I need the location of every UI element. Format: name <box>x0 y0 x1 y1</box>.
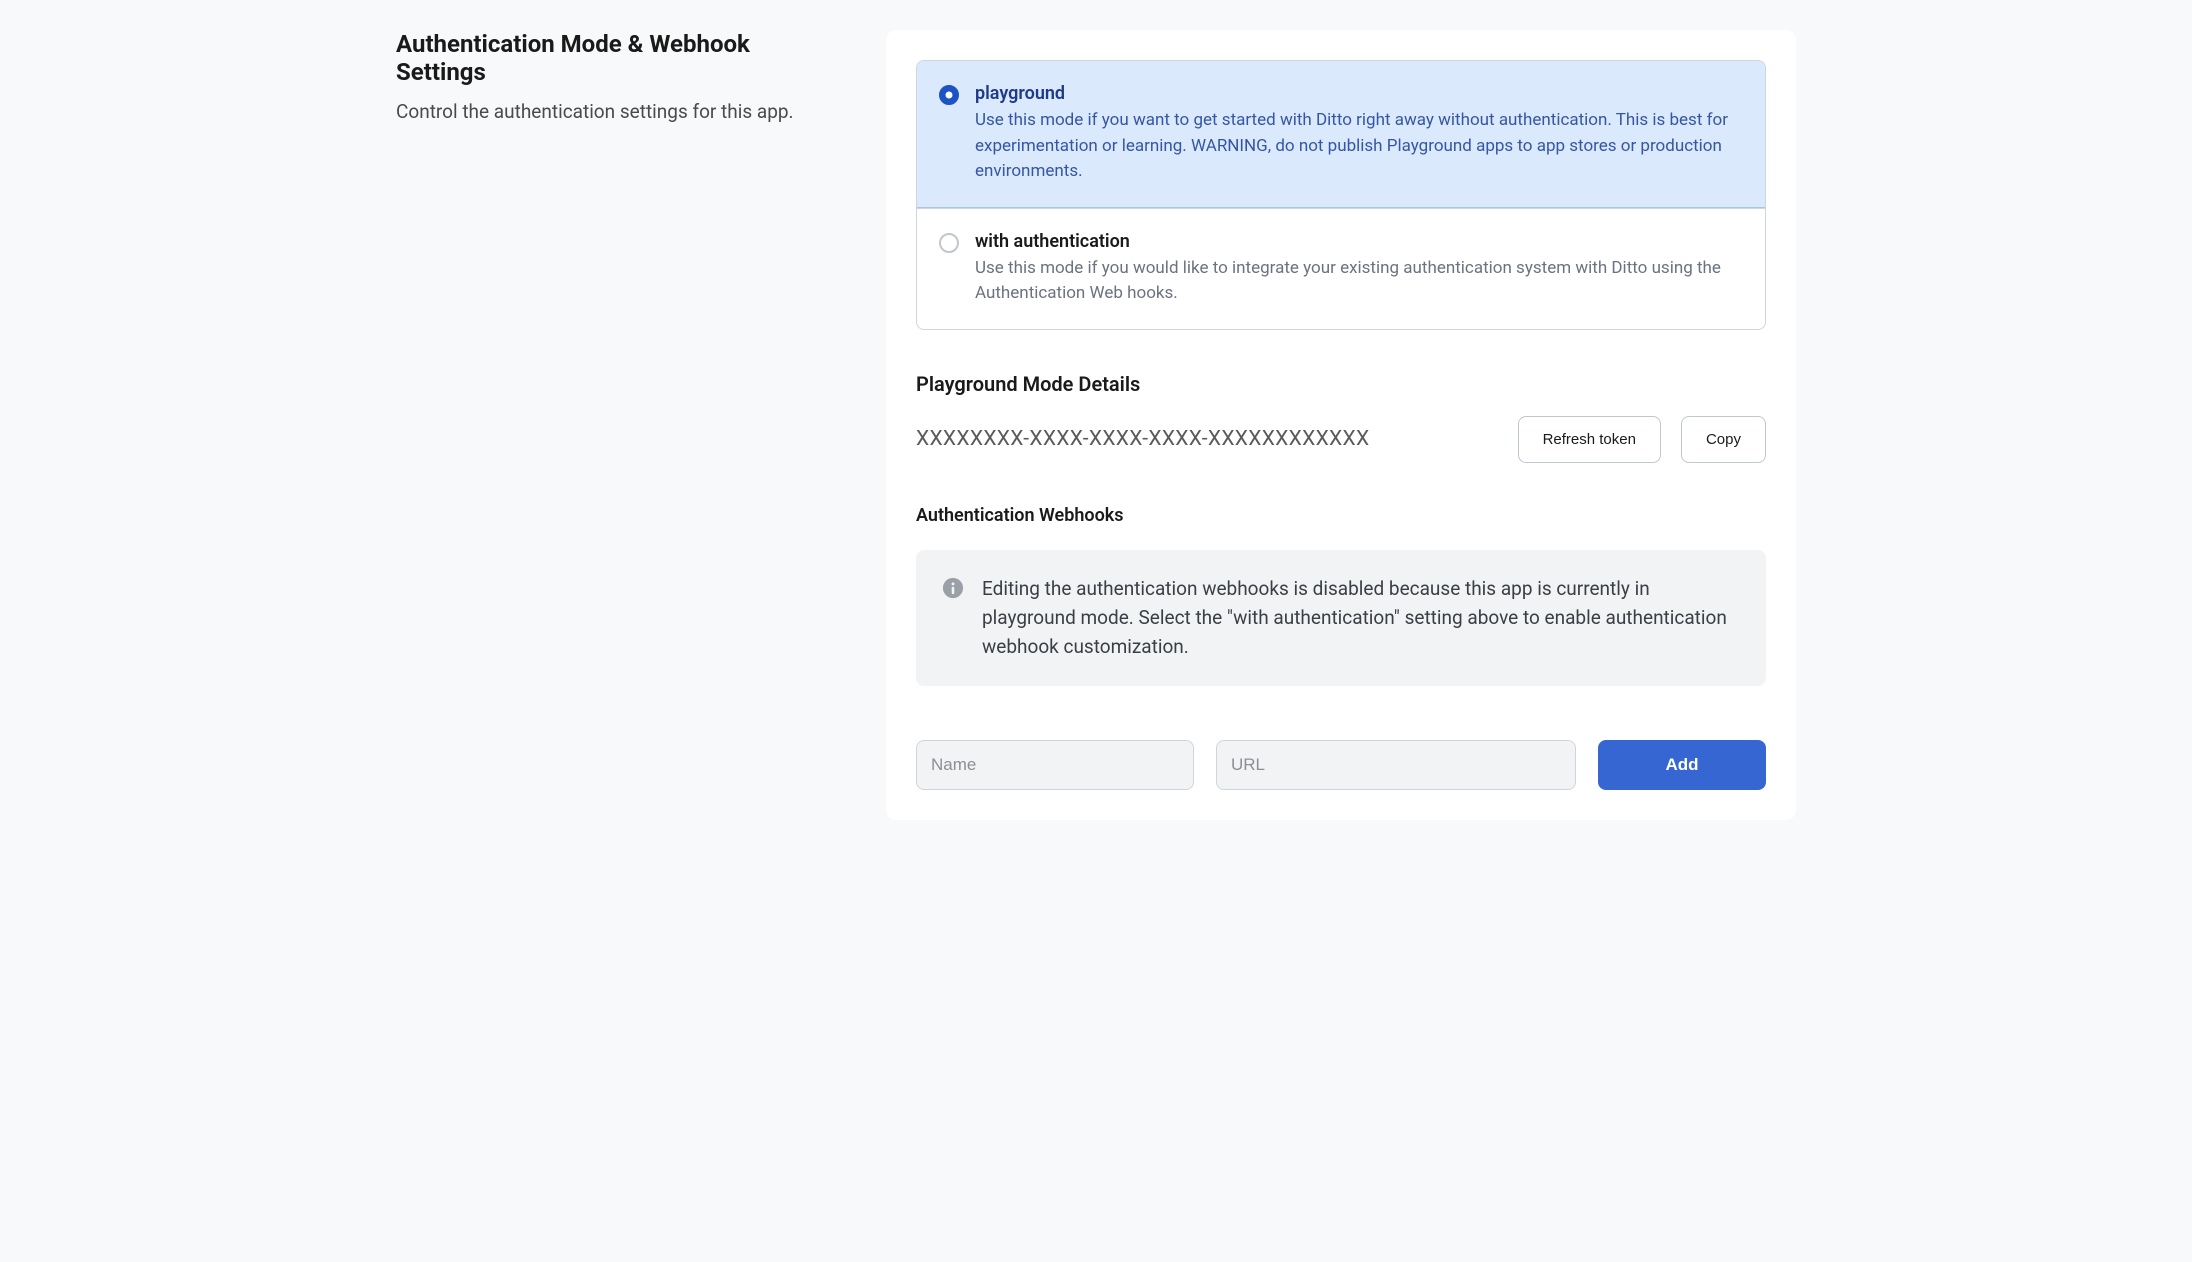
webhook-form: Add <box>916 740 1766 790</box>
webhooks-disabled-banner: Editing the authentication webhooks is d… <box>916 550 1766 686</box>
add-webhook-button[interactable]: Add <box>1598 740 1766 790</box>
page-description: Control the authentication settings for … <box>396 100 836 123</box>
webhook-name-input[interactable] <box>916 740 1194 790</box>
refresh-token-button[interactable]: Refresh token <box>1518 416 1661 463</box>
playground-details-heading: Playground Mode Details <box>916 372 1766 396</box>
radio-selected-icon <box>939 85 959 105</box>
auth-mode-radio-group: playground Use this mode if you want to … <box>916 60 1766 330</box>
page-title: Authentication Mode & Webhook Settings <box>396 30 836 86</box>
radio-unselected-icon <box>939 233 959 253</box>
webhook-url-input[interactable] <box>1216 740 1576 790</box>
radio-playground-title: playground <box>975 83 1743 104</box>
info-icon <box>942 577 964 599</box>
copy-token-button[interactable]: Copy <box>1681 416 1766 463</box>
token-value: XXXXXXXX-XXXX-XXXX-XXXX-XXXXXXXXXXXX <box>916 427 1369 451</box>
radio-option-with-authentication[interactable]: with authentication Use this mode if you… <box>917 208 1765 329</box>
radio-option-playground[interactable]: playground Use this mode if you want to … <box>917 61 1765 208</box>
webhooks-disabled-text: Editing the authentication webhooks is d… <box>982 574 1740 662</box>
radio-withauth-description: Use this mode if you would like to integ… <box>975 256 1743 307</box>
radio-withauth-title: with authentication <box>975 231 1743 252</box>
webhooks-heading: Authentication Webhooks <box>916 505 1766 526</box>
settings-card: playground Use this mode if you want to … <box>886 30 1796 820</box>
radio-playground-description: Use this mode if you want to get started… <box>975 108 1743 185</box>
